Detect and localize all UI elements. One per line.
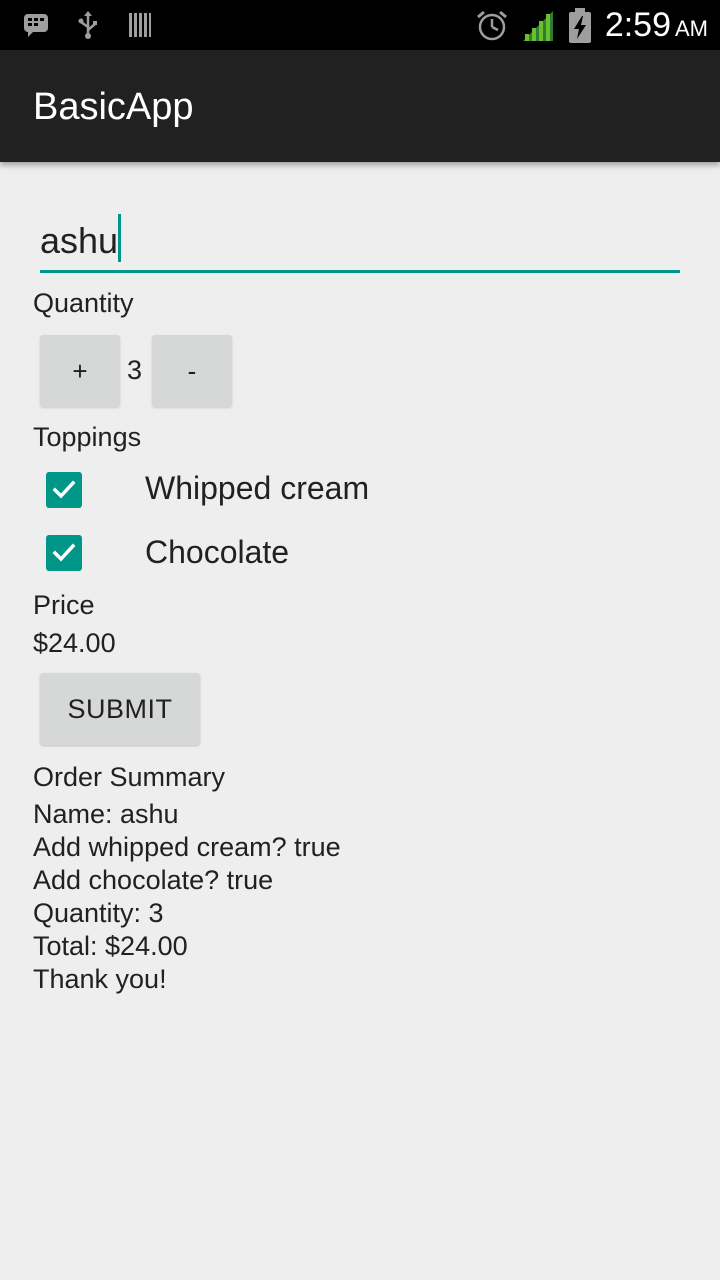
app-title: BasicApp [33,86,194,128]
increment-button[interactable]: + [40,335,120,407]
barcode-icon [126,11,154,39]
summary-total-line: Total: $24.00 [33,931,188,961]
status-time-value: 2:59 [604,6,671,44]
quantity-value: 3 [127,355,143,385]
status-time-ampm: AM [675,16,708,41]
alarm-icon [475,9,509,43]
toppings-label: Toppings [33,422,142,452]
checkmark-icon [52,480,76,499]
status-bar-left-icons [22,11,154,39]
text-cursor [118,214,121,262]
order-summary-text: Name: ashu Add whipped cream? true Add c… [33,798,341,996]
checkmark-icon [52,543,76,562]
status-bar: 2:59 AM [0,0,720,50]
name-input-value[interactable]: ashu [40,220,118,262]
name-input[interactable]: ashu [40,212,680,273]
bbm-icon [22,11,50,39]
signal-icon [521,9,555,43]
whipped-cream-label[interactable]: Whipped cream [145,470,369,507]
chocolate-checkbox[interactable] [46,535,82,571]
price-value: $24.00 [33,628,116,658]
price-label: Price [33,590,95,620]
summary-name-line: Name: ashu [33,799,179,829]
quantity-label: Quantity [33,288,134,318]
app-bar: BasicApp [0,50,720,162]
status-bar-right: 2:59 AM [475,6,708,45]
decrement-button[interactable]: - [152,335,232,407]
whipped-cream-checkbox[interactable] [46,472,82,508]
usb-icon [74,11,102,39]
chocolate-label[interactable]: Chocolate [145,534,289,571]
summary-thanks-line: Thank you! [33,964,167,994]
battery-charging-icon [567,7,593,44]
summary-whipped-cream-line: Add whipped cream? true [33,832,341,862]
summary-quantity-line: Quantity: 3 [33,898,164,928]
order-summary-title: Order Summary [33,762,226,792]
summary-chocolate-line: Add chocolate? true [33,865,274,895]
status-time: 2:59 AM [605,6,708,45]
submit-button[interactable]: SUBMIT [40,673,200,745]
